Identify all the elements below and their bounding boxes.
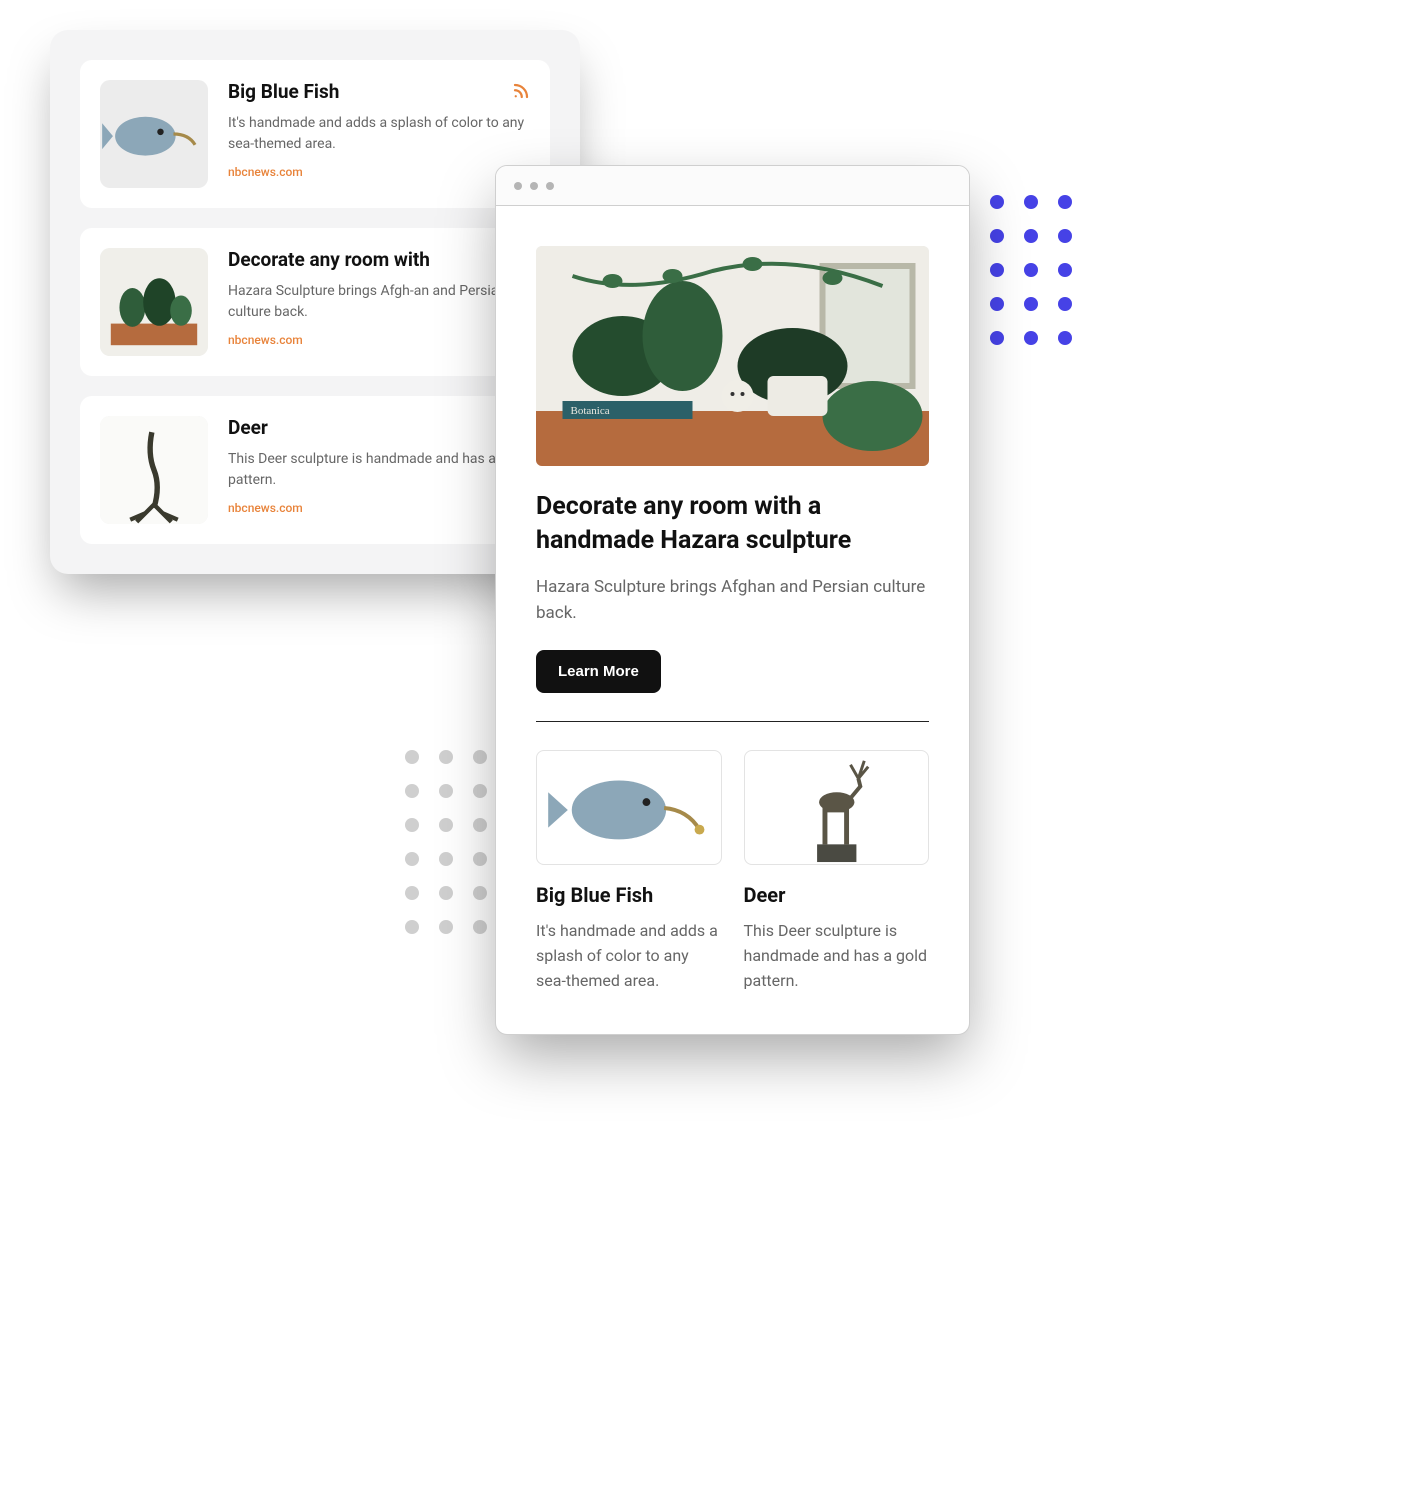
product-image [536,750,722,865]
list-item[interactable]: Deer This Deer sculpture is handmade and… [80,396,550,544]
list-item-description: It's handmade and adds a splash of color… [228,113,530,155]
list-item[interactable]: Decorate any room with Hazara Sculpture … [80,228,550,376]
window-control-dot [530,182,538,190]
list-item-description: Hazara Sculpture brings Afgh-an and Pers… [228,281,530,323]
list-item-thumbnail [100,416,208,524]
rss-icon[interactable] [512,82,530,104]
deer-icon [100,416,208,524]
product-card[interactable]: Big Blue Fish It's handmade and adds a s… [536,750,722,993]
window-control-dot [546,182,554,190]
product-title: Deer [744,883,930,907]
deer-icon [745,751,929,864]
list-item[interactable]: Big Blue Fish It's handmade and adds a s… [80,60,550,208]
plants-icon [100,248,208,356]
product-card[interactable]: Deer This Deer sculpture is handmade and… [744,750,930,993]
decorative-dots-blue [990,195,1072,345]
hero-description: Hazara Sculpture brings Afghan and Persi… [536,574,929,627]
hero-image: Botanica [536,246,929,466]
learn-more-button[interactable]: Learn More [536,650,661,693]
decorative-dots-gray [405,750,487,934]
product-description: It's handmade and adds a splash of color… [536,919,722,993]
product-grid: Big Blue Fish It's handmade and adds a s… [536,750,929,993]
list-item-source[interactable]: nbcnews.com [228,333,530,347]
list-item-thumbnail [100,80,208,188]
window-control-dot [514,182,522,190]
list-item-title: Deer [228,416,530,439]
plants-room-image: Botanica [536,246,929,466]
list-item-title: Decorate any room with [228,248,530,271]
list-item-thumbnail [100,248,208,356]
svg-text:Botanica: Botanica [571,405,610,417]
product-title: Big Blue Fish [536,883,722,907]
browser-window: Botanica Decorate any room with a handma… [495,165,970,1035]
hero-title: Decorate any room with a handmade Hazara… [536,490,929,558]
section-divider [536,721,929,722]
fish-icon [100,80,208,188]
product-description: This Deer sculpture is handmade and has … [744,919,930,993]
list-item-source[interactable]: nbcnews.com [228,165,530,179]
list-item-source[interactable]: nbcnews.com [228,501,530,515]
fish-icon [537,751,721,864]
product-image [744,750,930,865]
list-item-description: This Deer sculpture is handmade and has … [228,449,530,491]
list-item-title: Big Blue Fish [228,80,530,103]
browser-chrome [496,166,969,206]
